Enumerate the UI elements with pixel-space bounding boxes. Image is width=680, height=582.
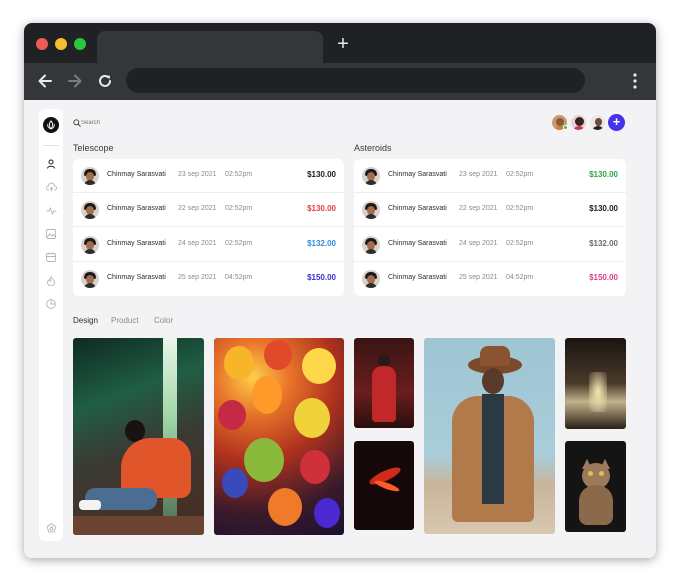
transaction-amount: $130.00 [589,170,618,179]
transaction-time: 04:52pm [225,273,253,281]
user-icon [47,159,55,169]
transaction-amount: $150.00 [589,272,618,282]
transaction-row[interactable]: Chinmay Sarasvati 23 sep 2021 02:52pm $130.… [354,159,626,193]
settings-icon [46,522,56,532]
fire-icon [47,276,55,286]
avatar [362,235,380,254]
transaction-time: 02:52pm [506,171,534,178]
transaction-time: 02:52pm [225,171,253,178]
sidebar-item-user[interactable] [39,157,63,171]
search-input[interactable] [81,117,201,129]
sidebar-item-upload[interactable] [39,180,63,194]
gallery-photo[interactable] [354,441,414,530]
team-avatar[interactable] [570,114,587,131]
transaction-date: 25 sep 2021 [459,273,498,281]
title-bar: + [24,23,656,63]
calendar-icon [46,252,56,262]
transaction-amount: $130.00 [307,204,336,214]
avatar [81,269,99,288]
transaction-name: Chinmay Sarasvati [388,171,447,178]
transaction-name: Chinmay Sarasvati [107,205,166,213]
gallery-photo[interactable] [214,338,344,535]
filter-tab-color[interactable]: Color [154,316,173,325]
transaction-name: Chinmay Sarasvati [107,171,166,178]
activity-icon [46,206,56,216]
sidebar-item-reports[interactable] [39,297,63,311]
sidebar-item-activity[interactable] [39,204,63,218]
avatar [362,201,380,220]
asteroids-card: Chinmay Sarasvati 23 sep 2021 02:52pm $130.… [354,159,626,296]
gallery-photo[interactable] [354,338,414,428]
forward-arrow-icon[interactable] [66,72,84,90]
transaction-date: 22 sep 2021 [178,205,217,213]
transaction-amount: $132.00 [589,238,618,248]
transaction-date: 25 sep 2021 [178,273,217,281]
filter-tab-design[interactable]: Design [73,316,98,325]
transaction-date: 23 sep 2021 [178,171,217,178]
maximize-window-button[interactable] [74,38,86,50]
transaction-row[interactable]: Chinmay Sarasvati 22 sep 2021 02:52pm $130.… [354,193,626,228]
telescope-card: Chinmay Sarasvati 23 sep 2021 02:52pm $130.… [73,159,344,296]
sidebar-item-trending[interactable] [39,274,63,288]
sidebar-item-settings[interactable] [39,521,63,535]
section-title-asteroids: Asteroids [354,143,392,153]
gallery-photo[interactable] [424,338,555,534]
avatar [81,235,99,254]
sidebar-item-images[interactable] [39,227,63,241]
transaction-name: Chinmay Sarasvati [388,273,447,281]
back-arrow-icon[interactable] [36,72,54,90]
transaction-name: Chinmay Sarasvati [107,273,166,281]
transaction-time: 04:52pm [506,273,534,281]
section-title-telescope: Telescope [73,143,114,153]
transaction-name: Chinmay Sarasvati [388,205,447,213]
logo-icon[interactable] [43,117,59,133]
search-icon[interactable] [73,119,81,127]
transaction-date: 24 sep 2021 [459,239,498,247]
transaction-date: 22 sep 2021 [459,205,498,213]
avatar [362,269,380,288]
image-icon [46,229,56,239]
transaction-name: Chinmay Sarasvati [107,239,166,247]
avatar [81,201,99,220]
transaction-row[interactable]: Chinmay Sarasvati 23 sep 2021 02:52pm $130.… [73,159,344,193]
transaction-time: 02:52pm [225,239,253,247]
transaction-time: 02:52pm [225,205,253,213]
sidebar-item-calendar[interactable] [39,250,63,264]
pie-chart-icon [46,299,56,309]
transaction-time: 02:52pm [506,205,534,213]
transaction-row[interactable]: Chinmay Sarasvati 25 sep 2021 04:52pm $150.… [73,262,344,296]
team-avatar[interactable] [589,114,606,131]
add-user-button[interactable]: + [608,114,625,131]
sidebar-divider [43,145,59,146]
minimize-window-button[interactable] [55,38,67,50]
transaction-date: 23 sep 2021 [459,171,498,178]
address-bar[interactable] [126,68,585,93]
more-vertical-icon[interactable] [629,71,641,91]
online-status-badge [563,125,568,130]
transaction-date: 24 sep 2021 [178,239,217,247]
cloud-upload-icon [45,182,57,192]
avatar [362,167,380,185]
transaction-time: 02:52pm [506,239,534,247]
transaction-name: Chinmay Sarasvati [388,239,447,247]
close-window-button[interactable] [36,38,48,50]
gallery-photo[interactable] [565,338,626,429]
transaction-row[interactable]: Chinmay Sarasvati 22 sep 2021 02:52pm $130.… [73,193,344,228]
transaction-row[interactable]: Chinmay Sarasvati 24 sep 2021 02:52pm $132.… [73,228,344,262]
transaction-amount: $132.00 [307,238,336,248]
new-tab-button[interactable]: + [334,34,352,54]
reload-icon[interactable] [96,72,114,90]
transaction-row[interactable]: Chinmay Sarasvati 25 sep 2021 04:52pm $150.… [354,262,626,296]
browser-tab[interactable] [97,31,323,63]
gallery-photo[interactable] [73,338,204,535]
transaction-amount: $130.00 [589,204,618,214]
transaction-amount: $130.00 [307,170,336,179]
sidebar [39,109,63,541]
transaction-row[interactable]: Chinmay Sarasvati 24 sep 2021 02:52pm $132.… [354,228,626,262]
filter-tab-product[interactable]: Product [111,316,139,325]
transaction-amount: $150.00 [307,272,336,282]
avatar [81,167,99,185]
gallery-photo[interactable] [565,441,626,532]
